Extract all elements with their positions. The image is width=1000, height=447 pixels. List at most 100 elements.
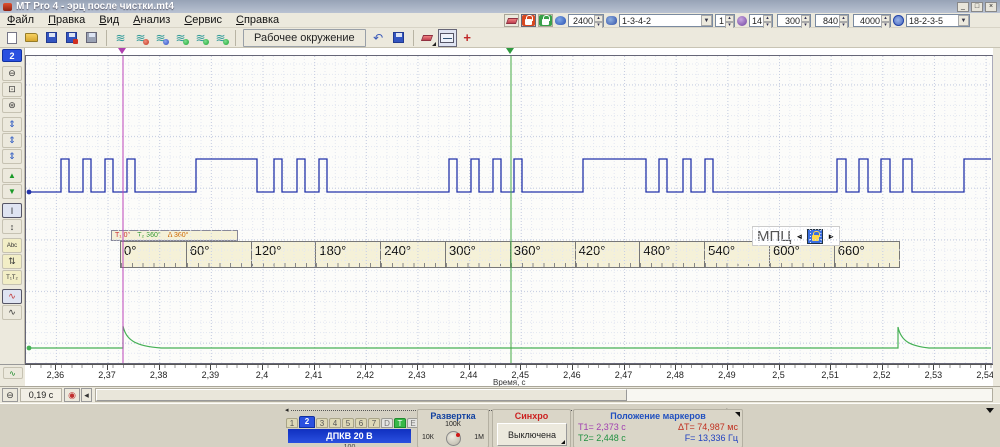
record-lock-button[interactable] (521, 14, 536, 27)
channel-name-bar[interactable]: ДПКВ 20 В (288, 429, 411, 443)
menu-item-3[interactable]: Вид (92, 13, 126, 27)
channel-tab-6[interactable]: 6 (355, 418, 367, 428)
firing-order-select[interactable]: 1-3-4-2 ▼ (619, 14, 713, 27)
combo-arrow-icon[interactable]: ▼ (701, 15, 712, 26)
sync-state-button[interactable]: Выключена (497, 423, 567, 446)
scope-panel-toggle[interactable] (437, 28, 457, 47)
scale-spinner-3[interactable]: ⇕ (2, 149, 22, 164)
eraser-big-button[interactable] (417, 28, 437, 47)
gauge-mid-spinner[interactable]: 840 ▴ ▾ (815, 14, 849, 29)
smoothing-spinner[interactable]: 14 ▴ ▾ (749, 14, 773, 29)
spin-arrows[interactable]: ▴ ▾ (594, 15, 603, 29)
scroll-left-button[interactable]: ◂ (81, 388, 92, 402)
waves-icon: ≋ (215, 32, 229, 45)
x-axis-tick-label: 2,47 (614, 370, 633, 380)
blue-marker-icon (162, 38, 169, 45)
channel-tab-4[interactable]: 4 (329, 418, 341, 428)
spline-view-button[interactable]: ∿ (2, 289, 22, 304)
spin-arrows[interactable]: ▴ ▾ (725, 15, 734, 29)
gauge-high-spinner[interactable]: 4000 ▴ ▾ (853, 14, 891, 29)
gauge-high-spinner-value: 4000 (859, 15, 880, 26)
file-lock-button[interactable] (538, 14, 553, 27)
new-file-button[interactable] (2, 28, 21, 47)
cursor-tool-button[interactable]: I (2, 203, 22, 218)
channel-tab-7[interactable]: 7 (368, 418, 380, 428)
wave-view-button[interactable]: ∿ (2, 305, 22, 320)
record-button[interactable]: ◉ (64, 388, 80, 402)
sweep-knob[interactable] (446, 431, 461, 446)
spin-arrows[interactable]: ▴ ▾ (839, 15, 848, 29)
spin-up-icon[interactable]: ▴ (594, 15, 603, 22)
open-file-button[interactable] (22, 28, 41, 47)
spin-up-icon[interactable]: ▴ (763, 15, 772, 22)
menu-item-5[interactable]: Сервис (177, 13, 229, 27)
wave-overlay-2-button[interactable]: ≋ (191, 28, 210, 47)
close-button[interactable]: × (985, 1, 997, 12)
cylinder-spinner[interactable]: 1 ▴ ▾ (715, 14, 735, 29)
rpm-spinner[interactable]: 2400 ▴ ▾ (568, 14, 604, 29)
spin-arrows[interactable]: ▴ ▾ (881, 15, 890, 29)
wave-view-2-button[interactable]: ≋ (131, 28, 150, 47)
time-markers-button[interactable]: T₁T₂ (2, 270, 22, 285)
save-as-button[interactable] (62, 28, 81, 47)
scope-screen-icon (440, 32, 455, 43)
zoom-box-button[interactable]: ⊡ (2, 82, 22, 97)
eraser-button[interactable] (504, 14, 519, 27)
spin-arrows[interactable]: ▴ ▾ (763, 15, 772, 29)
label-tool-button[interactable]: Abc (2, 238, 22, 253)
preset-select[interactable]: 18-2-3-5 ▼ (906, 14, 970, 27)
wave-overlay-1-button[interactable]: ≋ (171, 28, 190, 47)
channel-tab-D[interactable]: D (381, 418, 393, 428)
combo-arrow-icon[interactable]: ▼ (958, 15, 969, 26)
restore-button[interactable]: □ (971, 1, 983, 12)
undo-button[interactable]: ↶ (368, 28, 388, 47)
channel-tab-T[interactable]: T (394, 418, 406, 428)
panel-collapse-arrow[interactable] (986, 408, 994, 413)
sweep-left-label: 10К (422, 434, 434, 441)
move-down-button[interactable]: ▼ (2, 184, 22, 199)
save-workspace-button[interactable] (388, 28, 408, 47)
protect-file-button[interactable] (82, 28, 101, 47)
spin-up-icon[interactable]: ▴ (881, 15, 890, 22)
gauge-low-spinner[interactable]: 300 ▴ ▾ (777, 14, 811, 29)
levels-tool-button[interactable]: ⇅ (2, 254, 22, 269)
channel-tab-1[interactable]: 1 (286, 418, 298, 428)
green-marker-icon (222, 38, 229, 45)
channel-2-indicator[interactable]: 2 (2, 49, 22, 62)
scale-spinner-2[interactable]: ⇕ (2, 133, 22, 148)
wave-overlay-3-button[interactable]: ≋ (211, 28, 230, 47)
channel-2-start-dot[interactable] (26, 189, 32, 195)
t1-marker-handle[interactable] (118, 48, 126, 54)
channel-tab-2[interactable]: 2 (299, 416, 315, 428)
channel-tab-3[interactable]: 3 (316, 418, 328, 428)
spin-arrows[interactable]: ▴ ▾ (801, 15, 810, 29)
menu-item-4[interactable]: Анализ (126, 13, 177, 27)
spin-up-icon[interactable]: ▴ (725, 15, 734, 22)
horizontal-scrollbar-thumb[interactable] (96, 389, 627, 401)
panel-scroll-left-icon[interactable]: ◂ (285, 407, 289, 414)
menu-item-1[interactable]: Файл (0, 13, 41, 27)
workspace-select-button[interactable]: Рабочее окружение (243, 28, 366, 47)
horizontal-scrollbar[interactable] (95, 388, 993, 402)
zoom-out-button[interactable]: ⊖ (2, 66, 22, 81)
channel-tab-5[interactable]: 5 (342, 418, 354, 428)
spin-up-icon[interactable]: ▴ (839, 15, 848, 22)
scale-spinner-1[interactable]: ⇕ (2, 117, 22, 132)
waveform-channel-2 (29, 158, 991, 193)
minimize-button[interactable]: _ (957, 1, 969, 12)
axis-corner-button[interactable]: ∿ (2, 367, 23, 379)
offset-tool-button[interactable]: ↕ (2, 219, 22, 234)
channel-t-start-dot[interactable] (26, 345, 32, 351)
spin-up-icon[interactable]: ▴ (801, 15, 810, 22)
save-file-button[interactable] (42, 28, 61, 47)
crosshair-toggle[interactable]: + (457, 28, 477, 47)
wave-view-1-button[interactable]: ≋ (111, 28, 130, 47)
t2-marker-handle[interactable] (506, 48, 514, 54)
wave-view-3-button[interactable]: ≋ (151, 28, 170, 47)
oscillogram-plot[interactable]: T₁ 0° T₂ 360° Δ 360° 0° 60° 120° 180° 240° 30… (25, 55, 993, 364)
move-up-button[interactable]: ▲ (2, 168, 22, 183)
zoom-auto-button[interactable]: ⊛ (2, 98, 22, 113)
menu-item-6[interactable]: Справка (229, 13, 286, 27)
menu-item-2[interactable]: Правка (41, 13, 92, 27)
zoom-out-time-button[interactable]: ⊖ (2, 388, 18, 402)
